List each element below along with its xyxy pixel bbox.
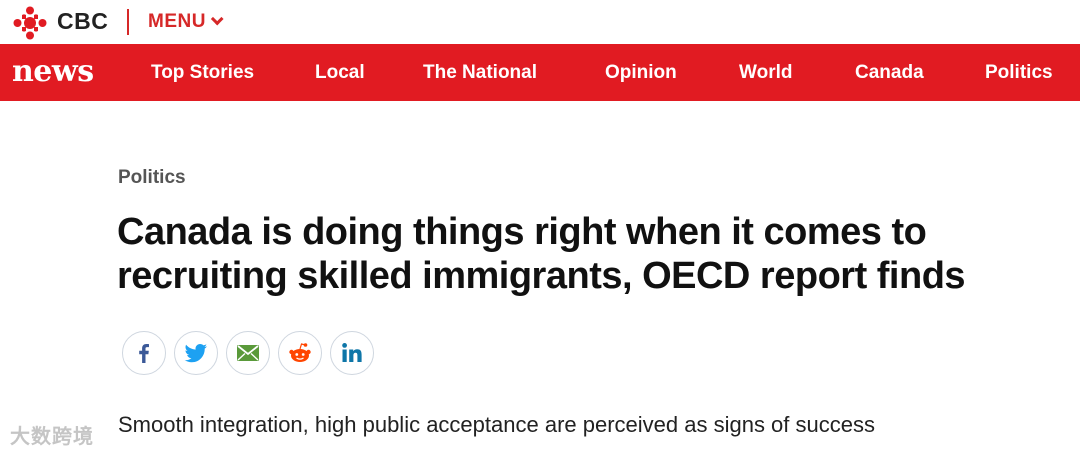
nav-item-politics[interactable]: Politics: [985, 62, 1053, 84]
menu-label: MENU: [148, 11, 206, 32]
nav-item-opinion[interactable]: Opinion: [605, 62, 677, 84]
share-email-button[interactable]: [226, 331, 270, 375]
share-facebook-button[interactable]: [122, 331, 166, 375]
cbc-gem-icon[interactable]: [13, 6, 47, 40]
brand-name[interactable]: CBC: [57, 8, 108, 35]
share-twitter-button[interactable]: [174, 331, 218, 375]
section-nav: news Top Stories Local The National Opin…: [0, 44, 1080, 101]
site-header: CBC MENU: [0, 0, 1080, 44]
nav-item-local[interactable]: Local: [315, 62, 365, 84]
email-icon: [237, 345, 259, 361]
reddit-icon: [289, 343, 311, 362]
article-deck: Smooth integration, high public acceptan…: [118, 412, 875, 437]
headline-line-2: recruiting skilled immigrants, OECD repo…: [117, 255, 966, 297]
nav-item-top-stories[interactable]: Top Stories: [151, 62, 254, 84]
share-reddit-button[interactable]: [278, 331, 322, 375]
nav-item-world[interactable]: World: [739, 62, 792, 84]
headline-line-1: Canada is doing things right when it com…: [117, 211, 927, 253]
share-linkedin-button[interactable]: [330, 331, 374, 375]
facebook-icon: [139, 344, 149, 363]
nav-item-the-national[interactable]: The National: [423, 62, 537, 84]
watermark: 大数跨境: [10, 426, 94, 448]
nav-item-canada[interactable]: Canada: [855, 62, 924, 84]
linkedin-icon: [342, 343, 362, 362]
section-label[interactable]: Politics: [118, 167, 186, 189]
news-logo[interactable]: news: [12, 54, 94, 89]
menu-button[interactable]: MENU: [148, 11, 224, 33]
headline: Canada is doing things right when it com…: [117, 210, 1017, 298]
twitter-icon: [184, 344, 207, 363]
chevron-down-icon: [210, 12, 224, 26]
header-divider: [127, 9, 129, 35]
